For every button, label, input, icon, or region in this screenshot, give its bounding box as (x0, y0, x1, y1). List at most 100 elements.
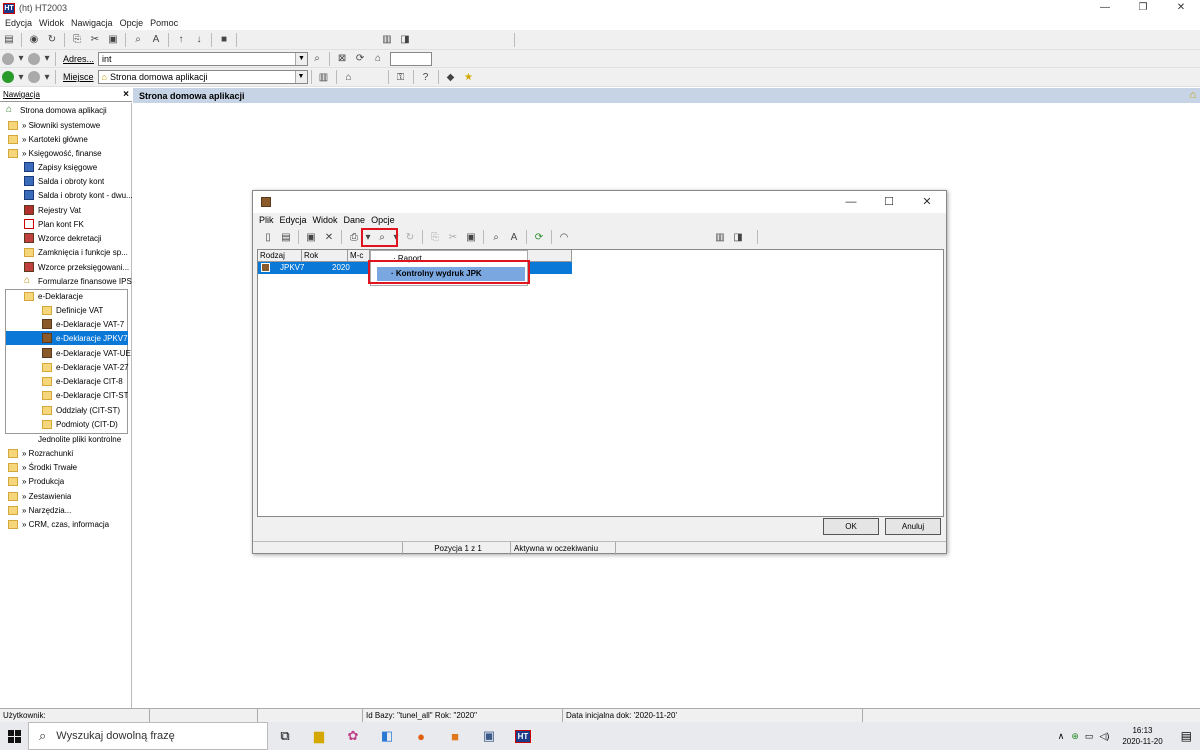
home-icon[interactable]: ⌂ (371, 52, 385, 66)
display-icon[interactable]: ▭ (1085, 731, 1094, 742)
layout-icon[interactable]: ▥ (317, 70, 331, 84)
chevron-down-icon[interactable]: ▾ (44, 70, 50, 84)
nav-item[interactable]: Oddziały (CIT-ST) (42, 403, 120, 417)
refresh-icon[interactable]: ↻ (403, 230, 417, 244)
back-icon[interactable] (2, 71, 14, 83)
save-icon[interactable]: ■ (217, 33, 231, 47)
task-view-icon[interactable]: ⧉ (268, 722, 302, 750)
cut-icon[interactable]: ✂ (446, 230, 460, 244)
nav-item[interactable]: » Rozrachunki (8, 446, 73, 460)
nav-item[interactable]: » Słowniki systemowe (8, 118, 100, 132)
column-header-rodzaj[interactable]: Rodzaj (258, 250, 302, 262)
chevron-down-icon[interactable]: ▼ (294, 71, 307, 83)
key-icon[interactable]: ⚿ (394, 70, 408, 84)
close-icon[interactable]: ✕ (1162, 0, 1200, 16)
nav-item[interactable]: e-Deklaracje (24, 289, 83, 303)
back-icon[interactable] (2, 52, 14, 65)
binoculars-icon[interactable]: ⌕ (489, 230, 503, 244)
delete-icon[interactable]: ✕ (322, 230, 336, 244)
edit-icon[interactable]: ▣ (304, 230, 318, 244)
chevron-down-icon[interactable]: ▾ (18, 70, 24, 84)
nav-item[interactable]: » CRM, czas, informacja (8, 517, 109, 531)
paste-icon[interactable]: ▣ (106, 33, 120, 47)
minimize-icon[interactable]: — (1086, 0, 1124, 16)
menu-opcje[interactable]: Opcje (120, 18, 144, 28)
firefox-icon[interactable]: ● (404, 722, 438, 750)
forward-icon[interactable] (28, 71, 40, 83)
reload-icon[interactable]: ⟳ (532, 230, 546, 244)
books-icon[interactable]: ◆ (444, 70, 458, 84)
maximize-icon[interactable]: ☐ (870, 191, 908, 213)
properties-icon[interactable]: ▤ (2, 33, 16, 47)
nav-item[interactable]: Plan kont FK (24, 217, 84, 231)
minimize-icon[interactable]: — (832, 191, 870, 213)
paste-icon[interactable]: ▣ (464, 230, 478, 244)
nav-item[interactable]: Salda i obroty kont - dwu... (24, 188, 133, 202)
nav-item[interactable]: Definicje VAT (42, 303, 103, 317)
menu-widok[interactable]: Widok (39, 18, 64, 28)
network-icon[interactable]: ⊕ (1071, 731, 1079, 742)
nav-item[interactable]: » Zestawienia (8, 489, 71, 503)
nav-item[interactable]: » Produkcja (8, 474, 64, 488)
nav-item[interactable]: Jednolite pliki kontrolne (38, 432, 121, 446)
file-explorer-icon[interactable]: ▆ (302, 722, 336, 750)
print-icon[interactable]: ⎙ (347, 230, 361, 244)
column-header-mc[interactable]: M-c (348, 250, 370, 262)
copy-icon[interactable]: ⎘ (428, 230, 442, 244)
nav-item[interactable]: » Narzędzia... (8, 503, 71, 517)
address-input[interactable]: int ▼ (98, 51, 309, 66)
sort-asc-icon[interactable]: ↑ (174, 33, 188, 47)
panel-icon[interactable]: ◨ (398, 33, 412, 47)
gauge-icon[interactable]: ◠ (557, 230, 571, 244)
sort-desc-icon[interactable]: ↓ (192, 33, 206, 47)
nav-item[interactable]: Wzorce dekretacji (24, 231, 102, 245)
taskbar-search-input[interactable]: ⌕ Wyszukaj dowolną frazę (28, 722, 268, 750)
binoculars-icon[interactable]: ⌕ (131, 33, 145, 47)
ht-app-taskbar-icon[interactable]: HT (506, 722, 540, 750)
chevron-up-icon[interactable]: ∧ (1058, 731, 1065, 742)
menu-nawigacja[interactable]: Nawigacja (71, 18, 113, 28)
layout-icon[interactable]: ▥ (713, 230, 727, 244)
dialog-menu-edycja[interactable]: Edycja (280, 215, 307, 225)
nav-item[interactable]: ⌂ Formularze finansowe IPS (24, 274, 132, 288)
panel-icon[interactable]: ◨ (731, 230, 745, 244)
chevron-down-icon[interactable]: ▾ (18, 52, 24, 66)
office-icon[interactable]: ■ (438, 722, 472, 750)
nav-item[interactable]: Zapisy księgowe (24, 160, 97, 174)
find-next-icon[interactable]: A (507, 230, 521, 244)
properties-icon[interactable]: ▤ (279, 230, 293, 244)
home-icon[interactable]: ⌂ (1189, 89, 1196, 101)
layout-icon[interactable]: ▥ (380, 33, 394, 47)
star-icon[interactable]: ★ (462, 70, 476, 84)
nav-item[interactable]: Salda i obroty kont (24, 174, 104, 188)
zoom-input[interactable] (390, 51, 433, 66)
clock[interactable]: 16:13 2020-11-20 (1122, 725, 1162, 747)
cut-icon[interactable]: ✂ (88, 33, 102, 47)
copy-icon[interactable]: ⎘ (70, 33, 84, 47)
windows-start-icon[interactable] (0, 722, 28, 750)
nav-item[interactable]: e-Deklaracje VAT-27 (42, 360, 129, 374)
refresh-icon[interactable]: ↻ (45, 33, 59, 47)
column-header-rok[interactable]: Rok (302, 250, 348, 262)
new-icon[interactable]: ▯ (261, 230, 275, 244)
chat-icon[interactable]: ◉ (27, 33, 41, 47)
nav-item-selected[interactable]: e-Deklaracje JPKV7 (6, 331, 128, 345)
help-icon[interactable]: ? (419, 70, 433, 84)
paint-icon[interactable]: ✿ (336, 722, 370, 750)
dialog-menu-plik[interactable]: Plik (259, 215, 274, 225)
find-next-icon[interactable]: A (149, 33, 163, 47)
search-icon[interactable]: ⌕ (310, 52, 324, 66)
dialog-menu-opcje[interactable]: Opcje (371, 215, 395, 225)
notifications-icon[interactable]: ▤ (1181, 729, 1192, 743)
nav-item[interactable]: Wzorce przeksięgowani... (24, 260, 129, 274)
nav-item[interactable]: » Kartoteki główne (8, 132, 88, 146)
nav-item[interactable]: e-Deklaracje VAT-7 (42, 317, 124, 331)
chevron-down-icon[interactable]: ▾ (44, 52, 50, 66)
restore-icon[interactable]: ❐ (1124, 0, 1162, 16)
ok-button[interactable]: OK (823, 518, 879, 535)
place-input[interactable]: ⌂ Strona domowa aplikacji ▼ (97, 70, 308, 84)
nav-item[interactable]: Zamknięcia i funkcje sp... (24, 245, 128, 259)
forward-icon[interactable] (28, 52, 40, 65)
close-icon[interactable]: ✕ (908, 191, 946, 213)
nav-item[interactable]: e-Deklaracje CIT-8 (42, 374, 123, 388)
